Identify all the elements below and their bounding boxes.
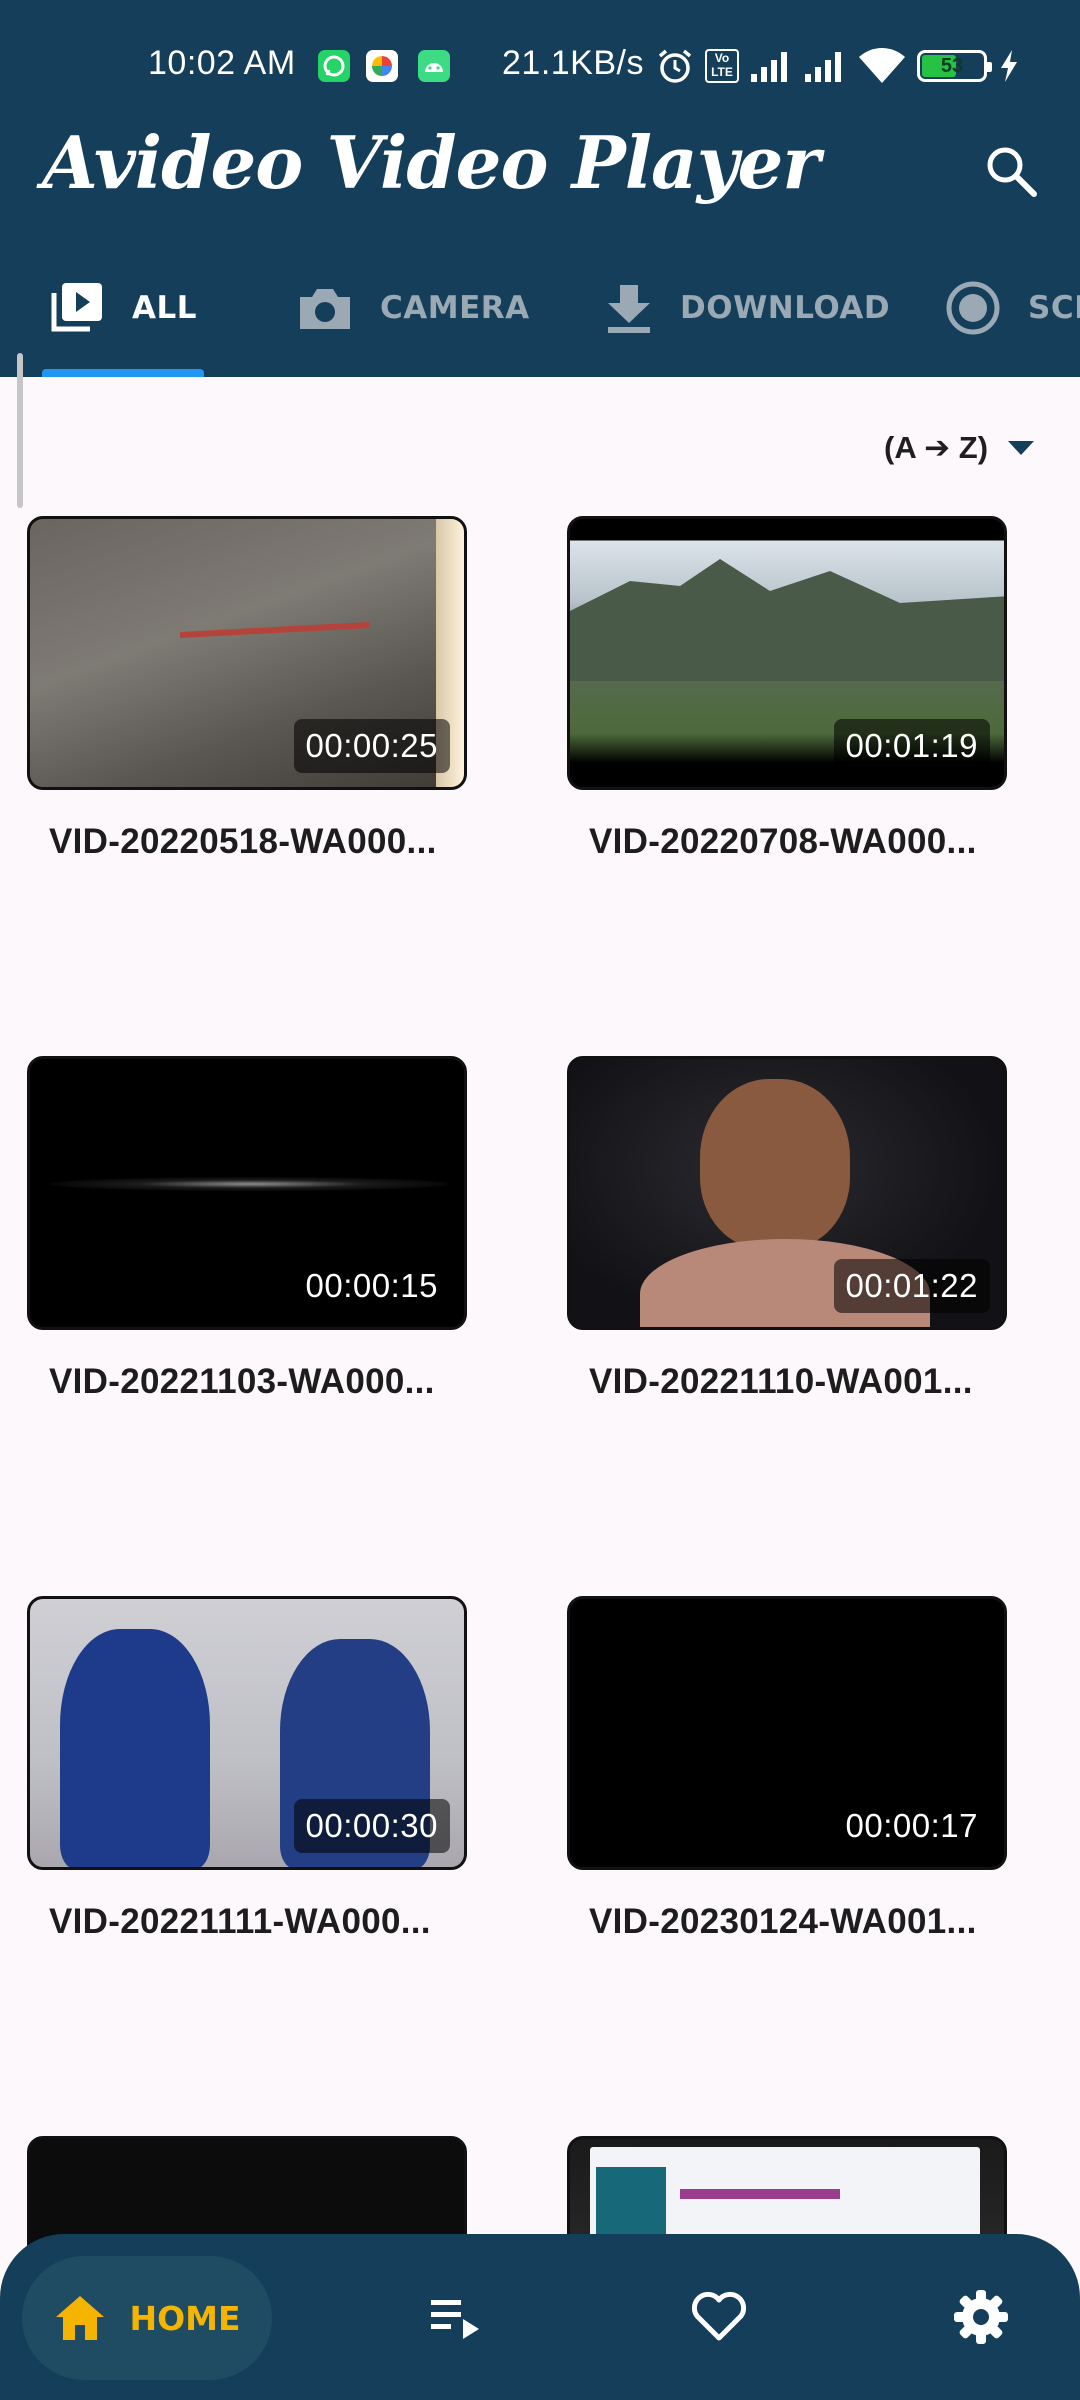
alarm-icon — [658, 49, 692, 83]
status-time: 10:02 AM — [148, 44, 296, 82]
volte-badge-text: Vo LTE — [711, 51, 733, 79]
network-speed: 21.1KB/s — [502, 44, 644, 82]
wifi-icon — [859, 48, 905, 83]
video-thumbnail: 00:01:19 — [567, 516, 1007, 790]
tab-screen-record-label: SCR — [1028, 290, 1080, 326]
playlist-icon[interactable] — [425, 2286, 487, 2348]
video-duration: 00:00:17 — [833, 1799, 990, 1853]
search-icon — [987, 147, 1037, 197]
favorite-icon[interactable] — [688, 2286, 750, 2348]
tab-indicator — [42, 369, 204, 377]
video-title: VID-20220518-WA000... — [49, 822, 437, 861]
video-item[interactable]: 00:00:17 VID-20230124-WA001... — [567, 1596, 1007, 1942]
tab-all[interactable]: ALL — [48, 278, 197, 338]
video-item[interactable]: 00:00:15 VID-20221103-WA000... — [27, 1056, 467, 1402]
video-title: VID-20230124-WA001... — [589, 1902, 977, 1941]
sort-dropdown[interactable]: (A ➔ Z) — [884, 424, 1036, 472]
video-title: VID-20221103-WA000... — [49, 1362, 435, 1401]
home-icon — [56, 2296, 105, 2340]
video-duration: 00:01:22 — [833, 1259, 990, 1313]
record-icon — [946, 281, 1000, 335]
system-icons: Vo LTE 53 — [655, 44, 1021, 88]
video-title: VID-20221110-WA001... — [589, 1362, 973, 1401]
app-title: Avideo Video Player — [42, 120, 820, 205]
nav-home-label: HOME — [129, 2298, 241, 2338]
video-thumbnail: 00:00:15 — [27, 1056, 467, 1330]
battery-level: 53 — [940, 55, 964, 77]
video-item[interactable]: 00:01:22 VID-20221110-WA001... — [567, 1056, 1007, 1402]
tab-download[interactable]: DOWNLOAD — [604, 278, 890, 338]
nav-home[interactable]: HOME — [22, 2256, 272, 2380]
video-thumbnail: 00:01:22 — [567, 1056, 1007, 1330]
tab-camera[interactable]: CAMERA — [296, 278, 530, 338]
video-thumbnail: 00:00:30 — [27, 1596, 467, 1870]
video-item[interactable]: 00:01:19 VID-20220708-WA000... — [567, 516, 1007, 862]
settings-icon[interactable] — [950, 2286, 1012, 2348]
scrollbar[interactable] — [17, 353, 23, 508]
sort-label: (A ➔ Z) — [884, 430, 989, 465]
whatsapp-icon — [318, 50, 350, 82]
signal-icon — [751, 52, 787, 82]
signal-icon — [805, 52, 841, 82]
video-duration: 00:00:30 — [293, 1799, 450, 1853]
search-button[interactable] — [980, 140, 1042, 202]
video-duration: 00:00:25 — [293, 719, 450, 773]
tab-camera-label: CAMERA — [380, 290, 530, 326]
battery-icon: 53 — [917, 50, 992, 82]
camera-icon — [300, 289, 350, 329]
video-thumbnail: 00:00:17 — [567, 1596, 1007, 1870]
android-icon — [418, 50, 450, 82]
tab-download-label: DOWNLOAD — [680, 290, 891, 326]
tab-screen-record[interactable]: SCR — [944, 278, 1080, 338]
video-item[interactable]: 00:00:25 VID-20220518-WA000... — [27, 516, 467, 862]
status-bar: 10:02 AM 21.1KB/s Vo LTE 53 — [0, 0, 1080, 135]
video-duration: 00:01:19 — [833, 719, 990, 773]
video-library-icon — [51, 283, 102, 332]
volte-icon: Vo LTE — [705, 49, 739, 83]
video-title: VID-20220708-WA000... — [589, 822, 977, 861]
bottom-navigation: HOME — [0, 2234, 1080, 2400]
video-duration: 00:00:15 — [293, 1259, 450, 1313]
dropdown-arrow-icon — [1008, 441, 1035, 455]
download-icon — [608, 285, 650, 333]
video-thumbnail: 00:00:25 — [27, 516, 467, 790]
video-title: VID-20221111-WA000... — [49, 1902, 431, 1941]
charging-icon — [1001, 50, 1017, 82]
video-item[interactable]: 00:00:30 VID-20221111-WA000... — [27, 1596, 467, 1942]
photos-icon — [366, 50, 398, 82]
category-tabs: ALL CAMERA DOWNLOAD SCR — [0, 262, 1080, 377]
tab-all-label: ALL — [132, 290, 197, 326]
